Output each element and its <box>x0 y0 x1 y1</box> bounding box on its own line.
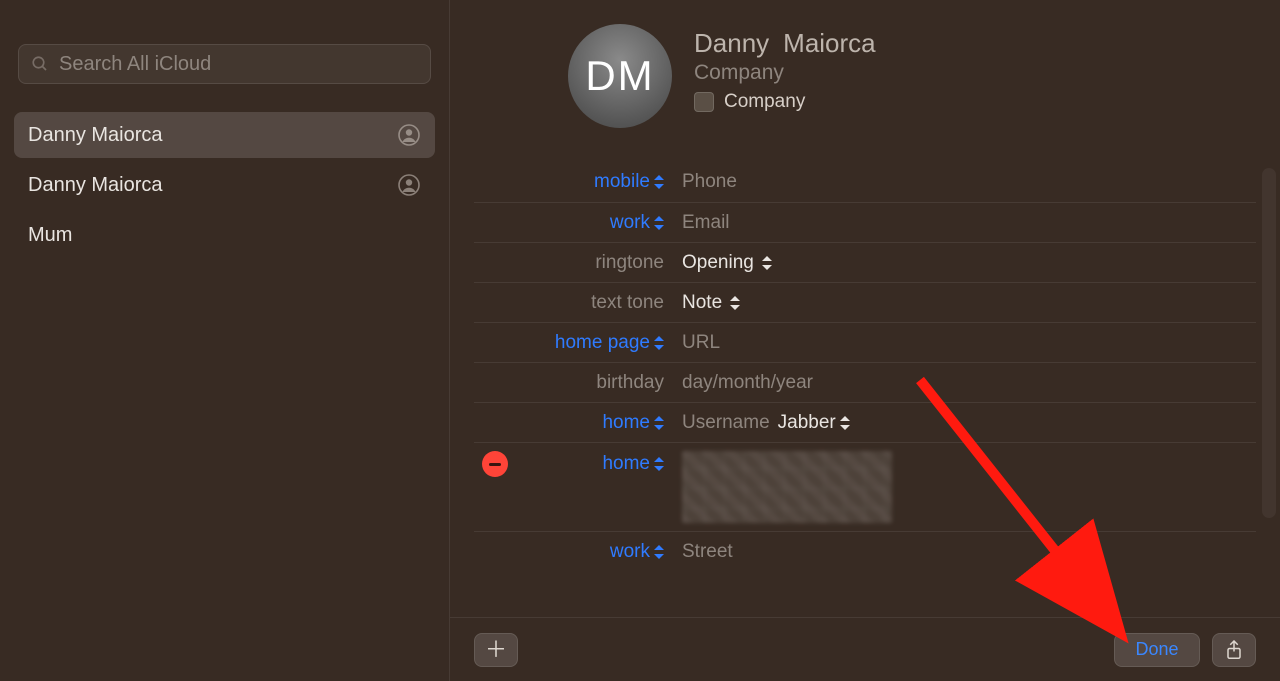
search-icon <box>31 55 49 73</box>
texttone-selector[interactable]: Note <box>674 292 740 314</box>
contact-detail-pane: DM Danny Maiorca Company Company mobile P… <box>450 0 1280 681</box>
im-value[interactable]: Username Jabber <box>674 412 850 434</box>
ringtone-selector[interactable]: Opening <box>674 252 772 274</box>
contact-row[interactable]: Mum <box>14 212 435 258</box>
birthday-label: birthday <box>474 372 674 394</box>
email-label-selector[interactable]: work <box>474 212 674 234</box>
contact-name: Danny Maiorca <box>28 124 163 147</box>
add-button[interactable]: ＋ <box>474 633 518 667</box>
contact-row[interactable]: Danny Maiorca <box>14 162 435 208</box>
contact-name: Danny Maiorca <box>28 174 163 197</box>
detail-toolbar: ＋ Done <box>450 617 1280 681</box>
company-field[interactable]: Company <box>694 61 876 85</box>
remove-address-button[interactable] <box>482 451 508 477</box>
contact-header: DM Danny Maiorca Company Company <box>474 24 1256 128</box>
avatar[interactable]: DM <box>568 24 672 128</box>
search-field-wrap[interactable] <box>18 44 431 84</box>
homepage-value[interactable]: URL <box>674 332 720 354</box>
address-work-value[interactable]: Street <box>674 541 733 563</box>
scrollbar[interactable] <box>1262 168 1276 518</box>
plus-icon: ＋ <box>485 639 507 661</box>
birthday-value[interactable]: day/month/year <box>674 372 813 394</box>
im-service-selector[interactable]: Jabber <box>778 412 850 434</box>
chevron-updown-icon <box>840 416 850 430</box>
search-input[interactable] <box>59 53 418 76</box>
chevron-updown-icon <box>654 457 664 471</box>
ringtone-label: ringtone <box>474 252 674 274</box>
chevron-updown-icon <box>654 336 664 350</box>
chevron-updown-icon <box>654 175 664 189</box>
last-name-field[interactable]: Maiorca <box>783 28 875 58</box>
chevron-updown-icon <box>730 296 740 310</box>
phone-label-selector[interactable]: mobile <box>474 171 674 193</box>
person-silhouette-icon <box>397 173 421 197</box>
chevron-updown-icon <box>762 256 772 270</box>
address-work-label-selector[interactable]: work <box>474 541 674 563</box>
person-silhouette-icon <box>397 123 421 147</box>
done-button[interactable]: Done <box>1114 633 1200 667</box>
share-button[interactable] <box>1212 633 1256 667</box>
company-checkbox-label: Company <box>724 91 805 113</box>
first-name-field[interactable]: Danny <box>694 28 769 58</box>
chevron-updown-icon <box>654 416 664 430</box>
contacts-sidebar: Danny Maiorca Danny Maiorca Mum <box>0 0 450 681</box>
im-label-selector[interactable]: home <box>474 412 674 434</box>
homepage-label-selector[interactable]: home page <box>474 332 674 354</box>
redacted-address <box>682 451 892 523</box>
contact-name: Mum <box>28 224 72 247</box>
share-icon <box>1225 640 1243 660</box>
chevron-updown-icon <box>654 545 664 559</box>
name-fields[interactable]: Danny Maiorca <box>694 28 876 59</box>
company-checkbox[interactable] <box>694 92 714 112</box>
contact-fields: mobile Phone work Email ringtone Opening… <box>474 162 1256 571</box>
chevron-updown-icon <box>654 216 664 230</box>
texttone-label: text tone <box>474 292 674 314</box>
phone-value[interactable]: Phone <box>674 171 737 193</box>
email-value[interactable]: Email <box>674 212 730 234</box>
contact-row[interactable]: Danny Maiorca <box>14 112 435 158</box>
address-home-value[interactable] <box>674 451 892 523</box>
